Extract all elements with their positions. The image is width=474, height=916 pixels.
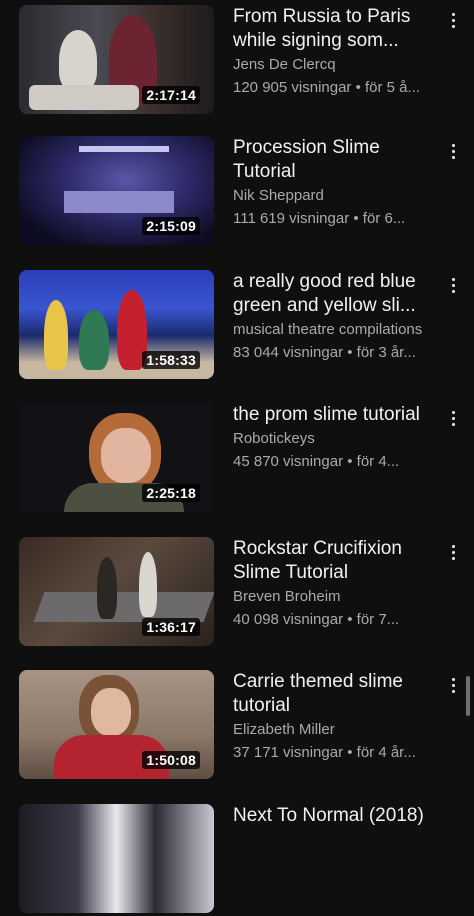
performer-figure bbox=[139, 552, 157, 617]
more-vert-icon[interactable] bbox=[443, 140, 463, 162]
performer-figure bbox=[59, 30, 97, 90]
performer-face bbox=[101, 428, 151, 483]
performer-figure bbox=[97, 557, 117, 619]
video-item[interactable]: 2:17:14 From Russia to Paris while signi… bbox=[0, 5, 474, 117]
channel-name[interactable]: Jens De Clercq bbox=[233, 53, 441, 76]
duration-badge: 1:58:33 bbox=[142, 351, 200, 369]
performer-face bbox=[91, 688, 131, 736]
more-vert-icon[interactable] bbox=[443, 541, 463, 563]
stage-platform bbox=[64, 191, 174, 213]
duration-badge: 1:36:17 bbox=[142, 618, 200, 636]
channel-name[interactable]: Robotickeys bbox=[233, 427, 441, 450]
video-title[interactable]: Carrie themed slime tutorial bbox=[233, 670, 441, 718]
more-vert-icon[interactable] bbox=[443, 674, 463, 696]
performer-figure bbox=[79, 310, 109, 370]
channel-name[interactable]: musical theatre compilations bbox=[233, 318, 441, 341]
video-meta: a really good red blue green and yellow … bbox=[233, 270, 441, 364]
stage-bed bbox=[29, 85, 139, 110]
video-meta: Procession Slime Tutorial Nik Sheppard 1… bbox=[233, 136, 441, 230]
more-vert-icon[interactable] bbox=[443, 274, 463, 296]
video-thumbnail[interactable]: 2:15:09 bbox=[19, 136, 214, 245]
duration-badge: 2:17:14 bbox=[142, 86, 200, 104]
video-meta: Rockstar Crucifixion Slime Tutorial Brev… bbox=[233, 537, 441, 631]
video-title[interactable]: Procession Slime Tutorial bbox=[233, 136, 441, 184]
channel-name[interactable]: Nik Sheppard bbox=[233, 184, 441, 207]
stage-lights bbox=[79, 146, 169, 152]
video-title[interactable]: the prom slime tutorial bbox=[233, 403, 441, 427]
video-title[interactable]: Rockstar Crucifixion Slime Tutorial bbox=[233, 537, 441, 585]
performer-figure bbox=[44, 300, 68, 370]
video-thumbnail[interactable]: 1:58:33 bbox=[19, 270, 214, 379]
video-thumbnail[interactable]: 2:25:18 bbox=[19, 403, 214, 512]
video-meta: Next To Normal (2018) bbox=[233, 804, 441, 828]
video-item[interactable]: 1:36:17 Rockstar Crucifixion Slime Tutor… bbox=[0, 537, 474, 649]
channel-name[interactable]: Elizabeth Miller bbox=[233, 718, 441, 741]
more-vert-icon[interactable] bbox=[443, 407, 463, 429]
video-thumbnail[interactable]: 1:36:17 bbox=[19, 537, 214, 646]
scrollbar[interactable] bbox=[466, 676, 470, 716]
video-stats: 45 870 visningar • för 4... bbox=[233, 453, 400, 470]
video-stats: 111 619 visningar • för 6... bbox=[233, 210, 406, 227]
video-stats: 37 171 visningar • för 4 år... bbox=[233, 744, 416, 761]
video-title[interactable]: a really good red blue green and yellow … bbox=[233, 270, 441, 318]
video-thumbnail[interactable] bbox=[19, 804, 214, 913]
more-vert-icon[interactable] bbox=[443, 9, 463, 31]
video-meta: Carrie themed slime tutorial Elizabeth M… bbox=[233, 670, 441, 764]
video-title[interactable]: From Russia to Paris while signing som..… bbox=[233, 5, 441, 53]
video-meta: From Russia to Paris while signing som..… bbox=[233, 5, 441, 99]
video-thumbnail[interactable]: 2:17:14 bbox=[19, 5, 214, 114]
video-item[interactable]: 1:50:08 Carrie themed slime tutorial Eli… bbox=[0, 670, 474, 782]
video-stats: 40 098 visningar • för 7... bbox=[233, 611, 400, 628]
video-title[interactable]: Next To Normal (2018) bbox=[233, 804, 441, 828]
video-stats: 83 044 visningar • för 3 år... bbox=[233, 344, 416, 361]
video-meta: the prom slime tutorial Robotickeys 45 8… bbox=[233, 403, 441, 473]
video-thumbnail[interactable]: 1:50:08 bbox=[19, 670, 214, 779]
video-item[interactable]: 2:15:09 Procession Slime Tutorial Nik Sh… bbox=[0, 136, 474, 248]
duration-badge: 2:25:18 bbox=[142, 484, 200, 502]
video-item[interactable]: 2:25:18 the prom slime tutorial Robotick… bbox=[0, 403, 474, 515]
channel-name[interactable]: Breven Broheim bbox=[233, 585, 441, 608]
video-stats: 120 905 visningar • för 5 å... bbox=[233, 79, 421, 96]
video-item[interactable]: 1:58:33 a really good red blue green and… bbox=[0, 270, 474, 382]
duration-badge: 2:15:09 bbox=[142, 217, 200, 235]
duration-badge: 1:50:08 bbox=[142, 751, 200, 769]
